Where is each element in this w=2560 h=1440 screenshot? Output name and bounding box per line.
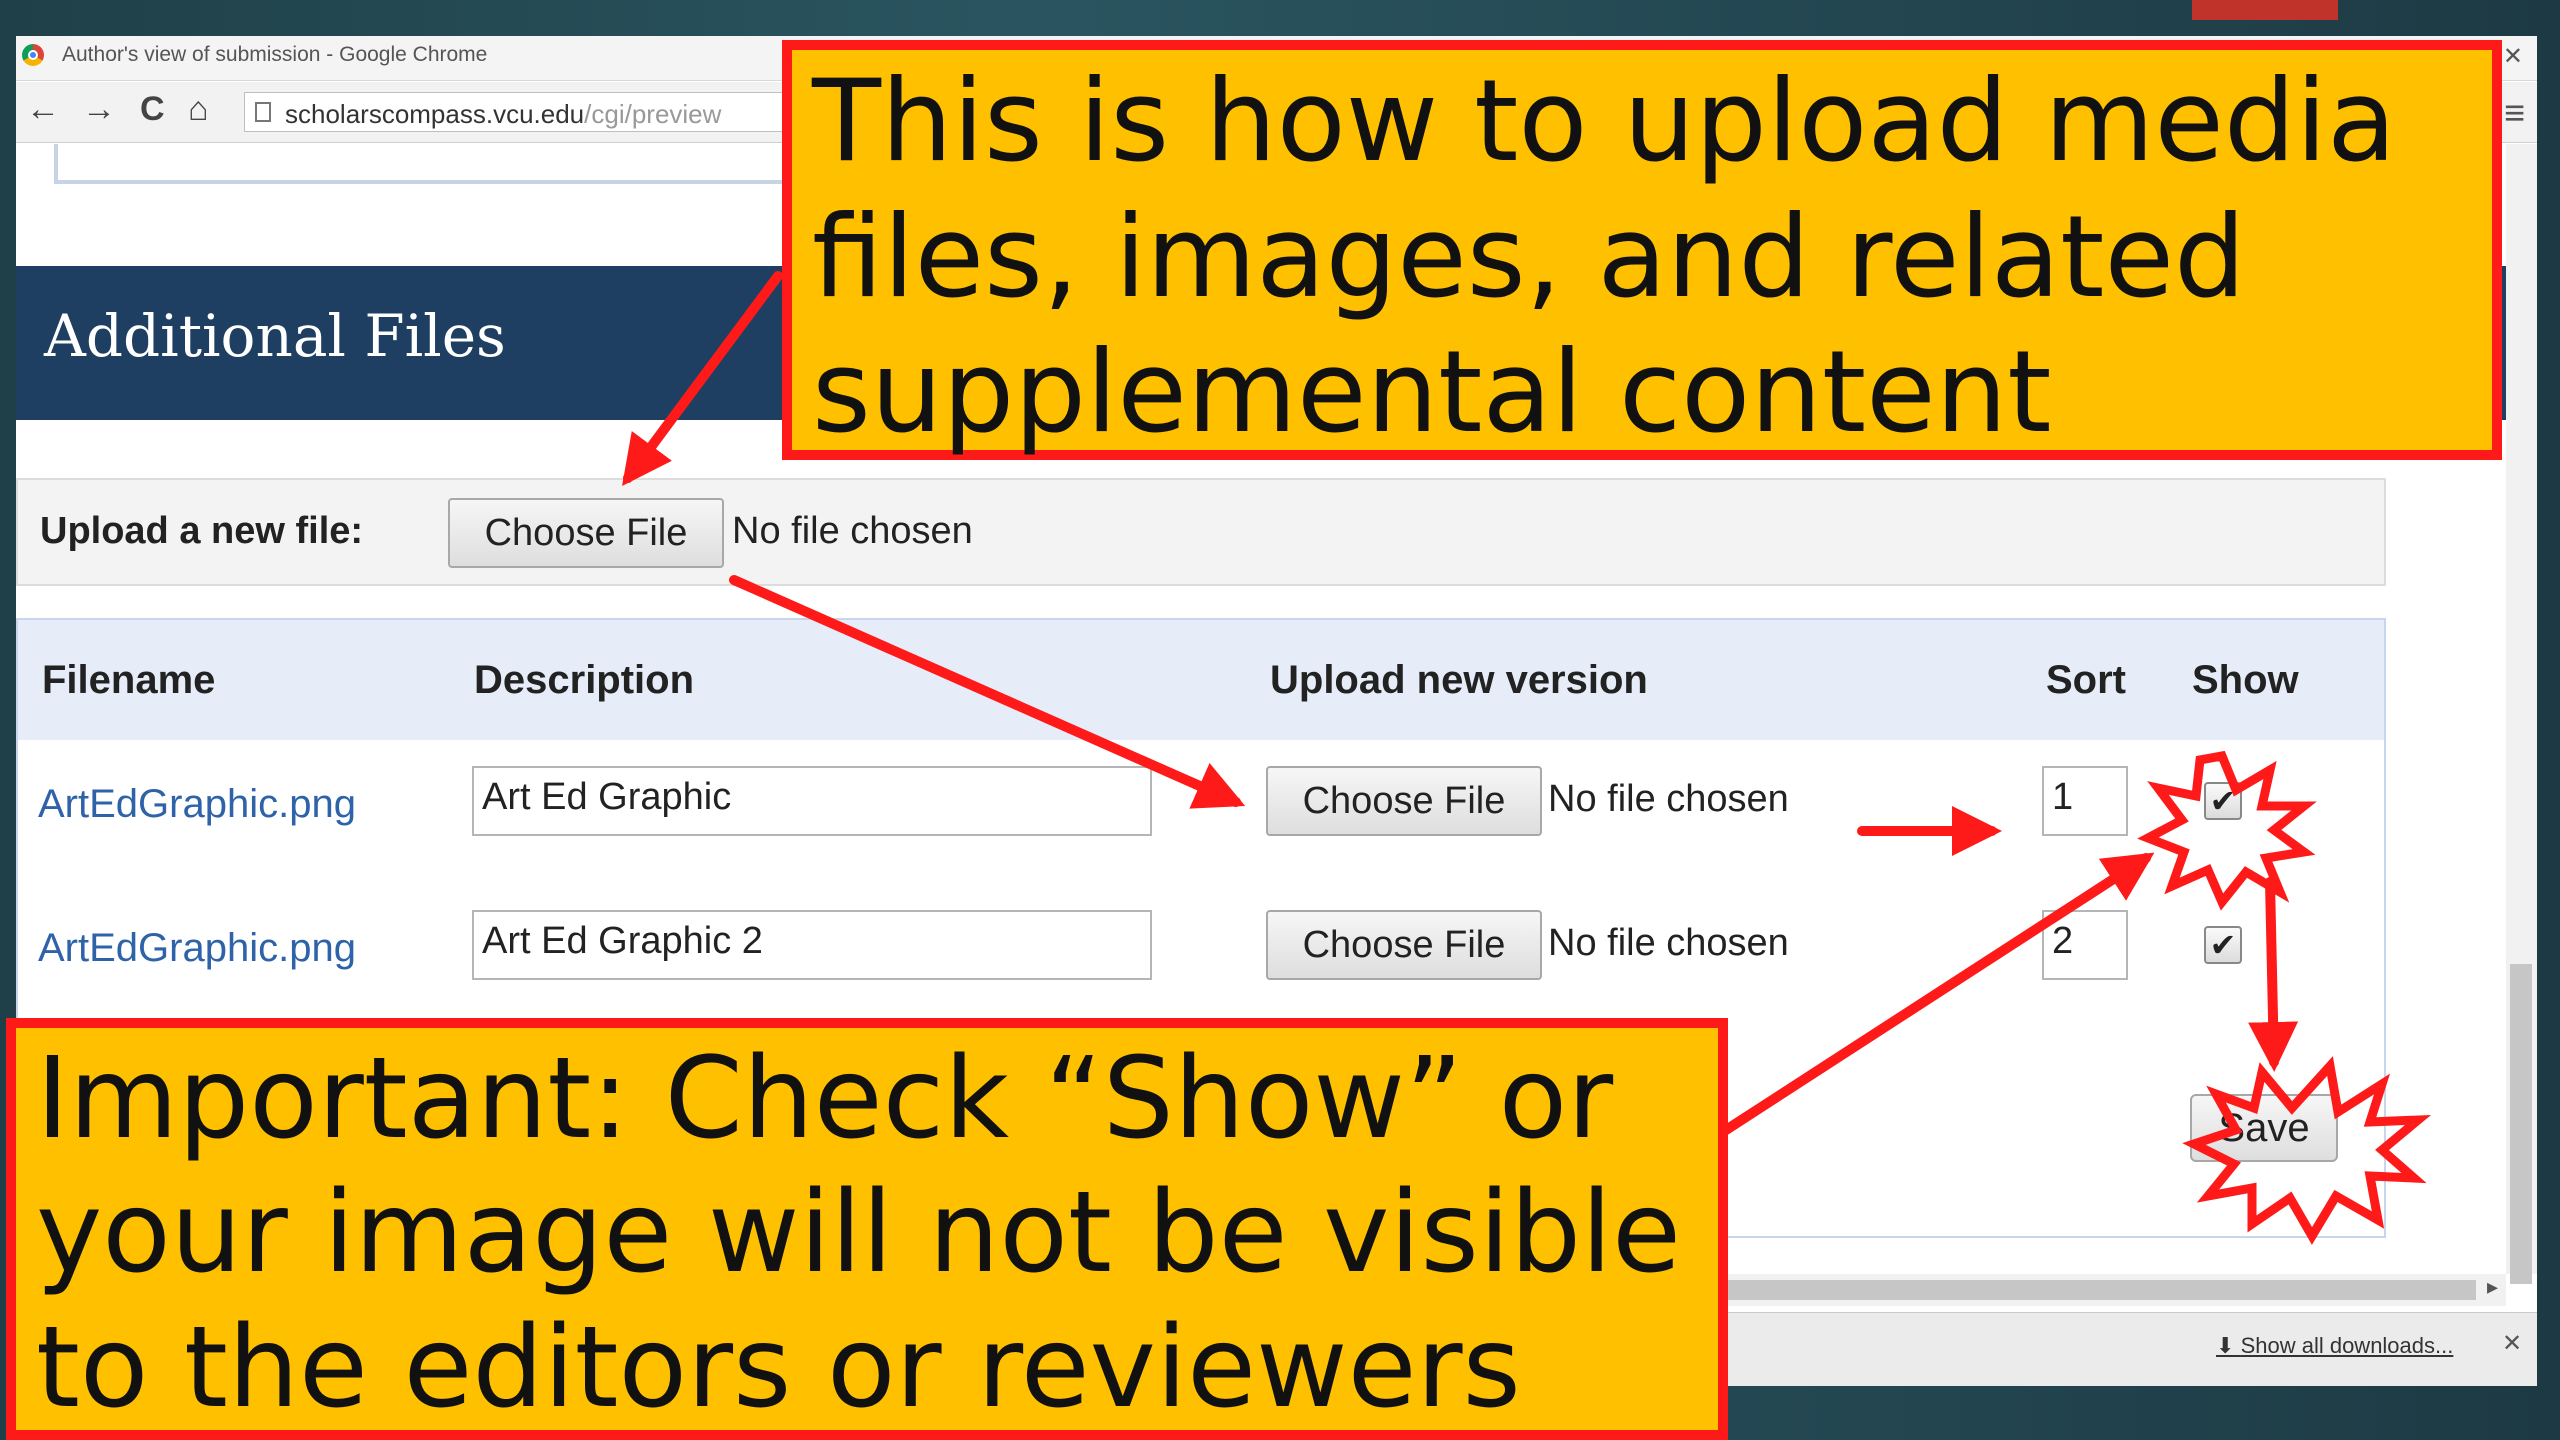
filename-header: Filename (42, 658, 216, 702)
upload-callout: This is how to upload media files, image… (782, 40, 2502, 460)
downloads-close-button[interactable]: ✕ (2502, 1329, 2522, 1358)
file-link[interactable]: ArtEdGraphic.png (38, 782, 356, 827)
sort-input[interactable]: 2 (2042, 910, 2128, 980)
page-icon (255, 102, 271, 122)
show-warning-callout: Important: Check “Show” or your image wi… (6, 1018, 1728, 1440)
upload-label: Upload a new file: (40, 510, 364, 552)
choose-file-button[interactable]: Choose File (1266, 766, 1542, 836)
description-input[interactable]: Art Ed Graphic (472, 766, 1152, 836)
vertical-scroll-thumb[interactable] (2510, 964, 2532, 1284)
download-icon: ⬇ (2216, 1333, 2235, 1358)
scroll-right-icon[interactable]: ▸ (2487, 1274, 2498, 1300)
choose-file-button[interactable]: Choose File (448, 498, 724, 568)
chrome-logo-icon (22, 44, 44, 66)
url-text: scholarscompass.vcu.edu/cgi/preview (285, 99, 722, 129)
horizontal-scroll-thumb[interactable] (1716, 1280, 2476, 1300)
menu-icon[interactable]: ≡ (2504, 92, 2525, 134)
window-close-button[interactable]: ✕ (2503, 42, 2523, 71)
sort-input[interactable]: 1 (2042, 766, 2128, 836)
show-checkbox[interactable]: ✔ (2204, 926, 2242, 964)
vertical-scrollbar[interactable] (2506, 144, 2537, 1284)
save-button[interactable]: Save (2190, 1094, 2338, 1162)
table-header: Filename Description Upload new version … (18, 620, 2384, 740)
no-file-text: No file chosen (1548, 778, 1789, 820)
no-file-text: No file chosen (732, 510, 973, 552)
slide-accent-bar (2192, 0, 2338, 20)
file-link[interactable]: ArtEdGraphic.png (38, 926, 356, 971)
back-arrow-icon[interactable]: ← (26, 92, 60, 126)
forward-arrow-icon[interactable]: → (82, 92, 116, 126)
upload-version-header: Upload new version (1270, 658, 1648, 702)
show-all-downloads-link[interactable]: ⬇ Show all downloads... (2216, 1333, 2453, 1359)
show-checkbox[interactable]: ✔ (2204, 782, 2242, 820)
window-title: Author's view of submission - Google Chr… (62, 43, 488, 66)
choose-file-button[interactable]: Choose File (1266, 910, 1542, 980)
show-header: Show (2192, 658, 2299, 702)
description-input[interactable]: Art Ed Graphic 2 (472, 910, 1152, 980)
description-header: Description (474, 658, 695, 702)
sort-header: Sort (2046, 658, 2126, 702)
reload-icon[interactable]: C (140, 92, 165, 126)
no-file-text: No file chosen (1548, 922, 1789, 964)
upload-new-file-panel: Upload a new file: Choose File No file c… (16, 478, 2386, 586)
section-title: Additional Files (44, 302, 506, 370)
home-icon[interactable]: ⌂ (188, 92, 209, 126)
